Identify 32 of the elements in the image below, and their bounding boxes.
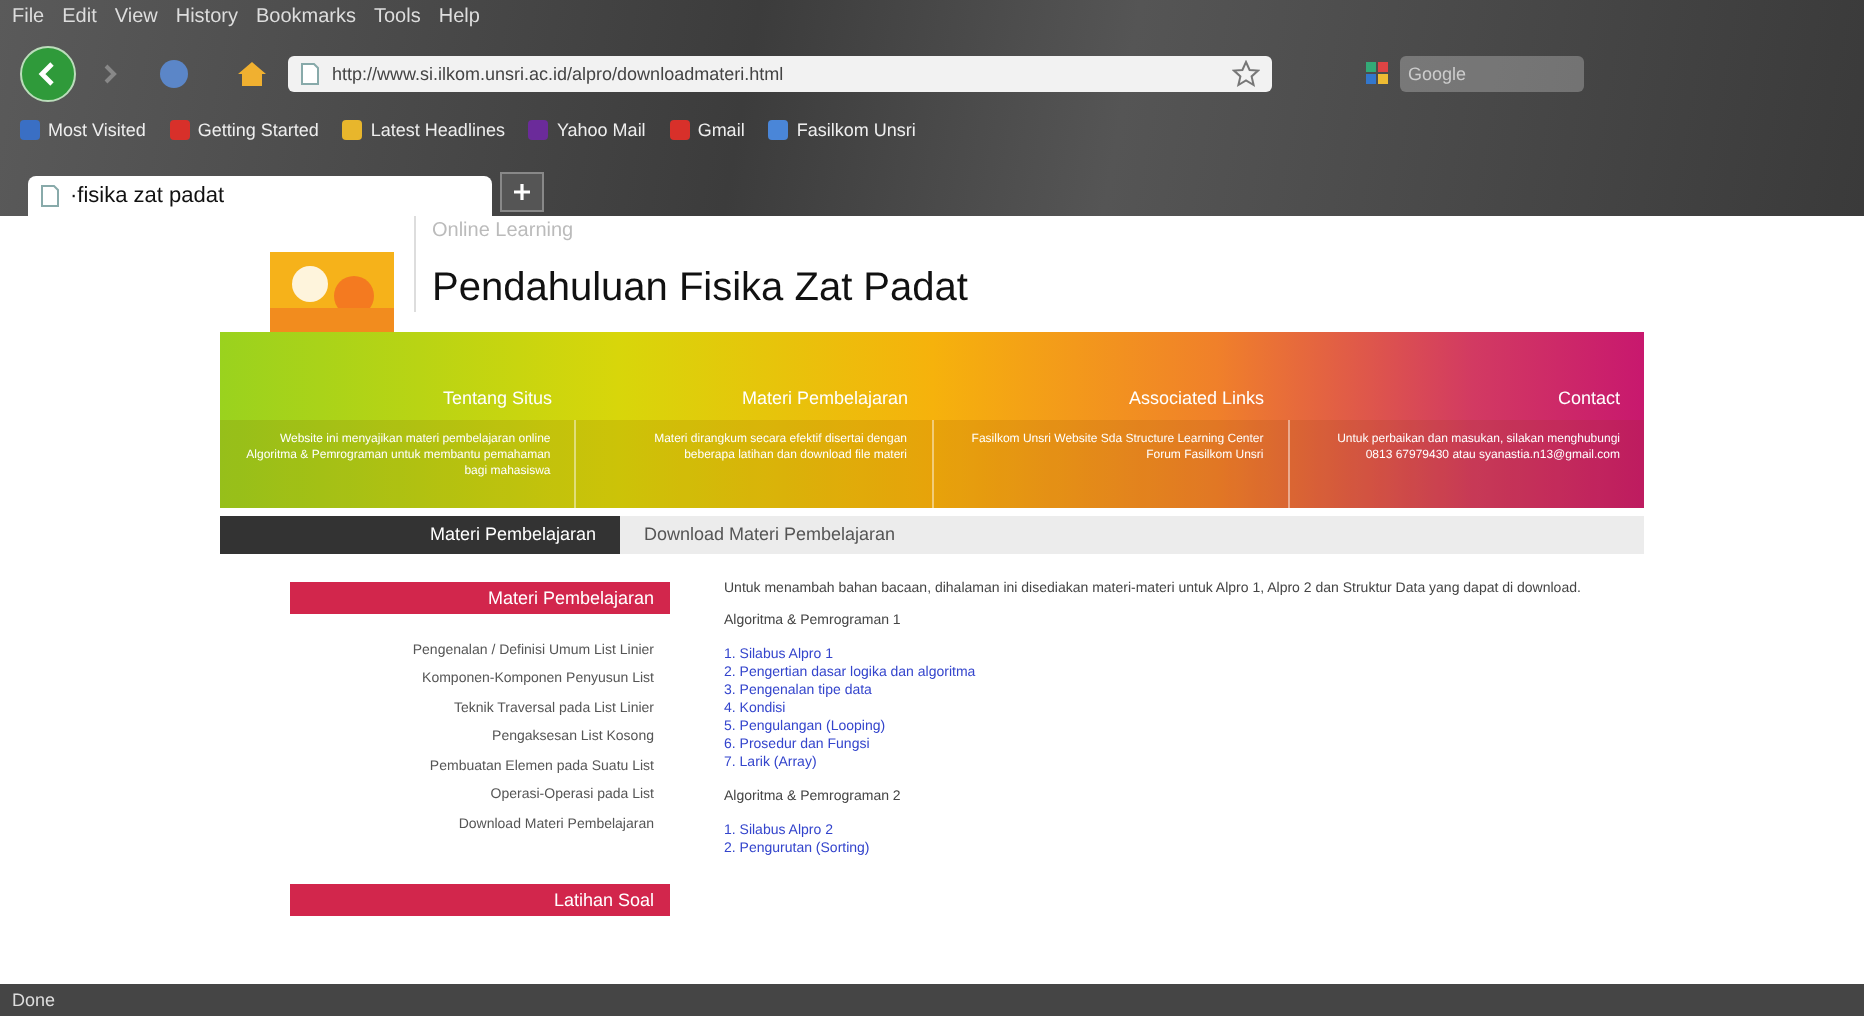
- plus-icon: [514, 184, 530, 200]
- browser-tab[interactable]: ·fisika zat padat: [28, 176, 492, 216]
- address-field[interactable]: http://www.si.ilkom.unsri.ac.id/alpro/downloadmateri.html: [288, 56, 1272, 92]
- site-tagline: Online Learning: [432, 220, 576, 242]
- bookmark-item[interactable]: Gmail: [669, 120, 745, 140]
- menu-item[interactable]: Tools: [374, 6, 421, 34]
- bookmark-item[interactable]: Latest Headlines: [342, 120, 505, 140]
- status-text: Done: [12, 990, 56, 1010]
- sidebar-heading: Materi Pembelajaran: [290, 581, 670, 613]
- search-engine-icon: [1364, 60, 1392, 88]
- home-icon[interactable]: [236, 60, 268, 88]
- bookmark-item[interactable]: Getting Started: [169, 120, 319, 140]
- menu-item[interactable]: Help: [438, 6, 480, 34]
- menu-item[interactable]: History: [175, 6, 238, 34]
- page-icon: [40, 184, 60, 208]
- page-title: Pendahuluan Fisika Zat Padat: [432, 266, 968, 312]
- page-tab[interactable]: Download Materi Pembelajaran: [620, 515, 920, 553]
- sidebar-heading: Latihan Soal: [290, 884, 670, 916]
- page-icon: [300, 62, 320, 86]
- bookmark-item[interactable]: Most Visited: [20, 120, 146, 140]
- bookmark-item[interactable]: Yahoo Mail: [528, 120, 646, 140]
- new-tab-button[interactable]: [500, 172, 544, 212]
- page-tab[interactable]: Materi Pembelajaran: [220, 515, 620, 553]
- menu-item[interactable]: Bookmarks: [255, 6, 356, 34]
- star-icon[interactable]: [1232, 60, 1260, 88]
- banner-link[interactable]: Contact: [1557, 387, 1620, 408]
- logo-icon: [270, 252, 394, 332]
- bookmark-item[interactable]: Fasilkom Unsri: [768, 120, 916, 140]
- menu-item[interactable]: Edit: [62, 6, 97, 34]
- menu-item[interactable]: File: [12, 6, 45, 34]
- menu-item[interactable]: View: [114, 6, 158, 34]
- back-button[interactable]: [20, 46, 76, 102]
